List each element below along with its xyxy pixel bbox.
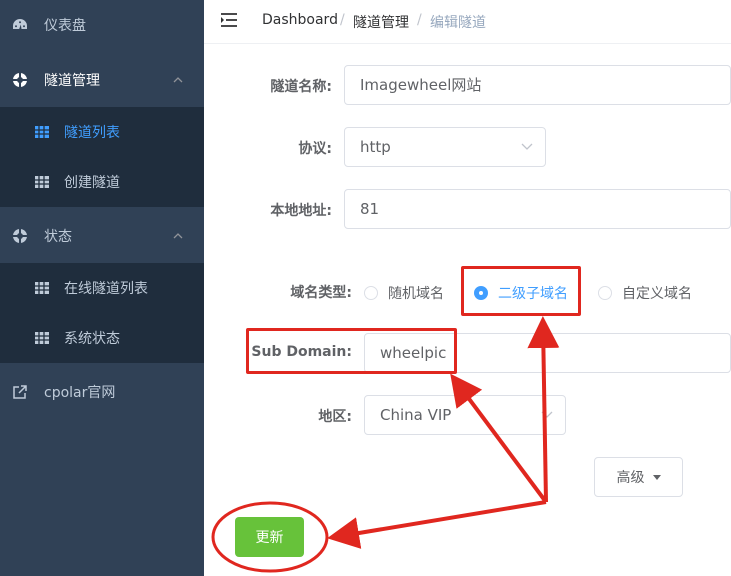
annotation-box-subdomain-radio <box>461 266 581 316</box>
sidebar-item-label: 仪表盘 <box>44 18 86 34</box>
region-value: China VIP <box>380 406 452 424</box>
protocol-value: http <box>360 138 391 156</box>
sidebar-item-tunnel-management[interactable]: 隧道管理 <box>0 55 204 105</box>
sidebar-item-cpolar-site[interactable]: cpolar官网 <box>0 367 204 417</box>
radio-label: 自定义域名 <box>622 286 692 302</box>
breadcrumb-separator: / <box>417 12 422 28</box>
advanced-label: 高级 <box>616 470 645 486</box>
sidebar-item-label: cpolar官网 <box>44 385 116 401</box>
grid-icon <box>35 332 49 344</box>
breadcrumb-dashboard[interactable]: Dashboard <box>262 12 338 28</box>
grid-icon <box>35 126 49 138</box>
chevron-down-icon <box>521 143 533 150</box>
menu-toggle-icon[interactable] <box>220 12 238 28</box>
tunnel-name-input[interactable]: Imagewheel网站 <box>344 65 731 105</box>
local-address-label: 本地地址: <box>270 203 332 219</box>
sidebar-item-tunnel-list[interactable]: 隧道列表 <box>0 107 204 157</box>
update-label: 更新 <box>255 530 284 546</box>
advanced-button[interactable]: 高级 <box>594 457 683 497</box>
radio-random-domain[interactable]: 随机域名 <box>364 283 444 303</box>
top-navbar: Dashboard / 隧道管理 / 编辑隧道 <box>204 0 731 44</box>
sidebar-item-dashboard[interactable]: 仪表盘 <box>0 0 204 50</box>
sidebar-item-online-tunnels[interactable]: 在线隧道列表 <box>0 263 204 313</box>
tunnel-name-label: 隧道名称: <box>270 79 332 95</box>
breadcrumb-current: 编辑隧道 <box>430 15 486 31</box>
region-select[interactable]: China VIP <box>364 395 566 435</box>
caret-down-icon <box>652 474 661 480</box>
radio-circle <box>598 286 612 300</box>
chevron-down-icon <box>541 411 553 418</box>
tunnel-icon <box>13 73 27 87</box>
region-label: 地区: <box>318 409 352 425</box>
radio-custom-domain[interactable]: 自定义域名 <box>598 283 692 303</box>
protocol-select[interactable]: http <box>344 127 546 167</box>
sidebar-item-create-tunnel[interactable]: 创建隧道 <box>0 157 204 207</box>
status-icon <box>13 229 27 243</box>
dashboard-icon <box>13 19 27 29</box>
grid-icon <box>35 282 49 294</box>
local-address-input[interactable]: 81 <box>344 189 731 229</box>
sidebar-item-label: 在线隧道列表 <box>64 281 148 297</box>
update-button[interactable]: 更新 <box>235 517 304 557</box>
breadcrumb-tunnel-management[interactable]: 隧道管理 <box>353 12 409 32</box>
annotation-box-subdomain-field <box>246 328 457 374</box>
sidebar-item-status[interactable]: 状态 <box>0 211 204 261</box>
protocol-label: 协议: <box>298 141 332 157</box>
sidebar-item-label: 系统状态 <box>64 331 120 347</box>
grid-icon <box>35 176 49 188</box>
radio-label: 随机域名 <box>388 286 444 302</box>
domain-type-label: 域名类型: <box>290 285 352 301</box>
annotation-arrow-to-update <box>327 500 547 549</box>
sidebar-item-label: 创建隧道 <box>64 175 120 191</box>
sidebar-item-label: 状态 <box>44 229 72 245</box>
sidebar-item-system-status[interactable]: 系统状态 <box>0 313 204 363</box>
sidebar: 仪表盘 隧道管理 隧道列表 创建隧道 状态 在线隧道列表 系统状态 cpolar… <box>0 0 204 576</box>
sidebar-item-label: 隧道列表 <box>64 125 120 141</box>
external-link-icon <box>13 385 27 399</box>
chevron-up-icon <box>173 233 183 239</box>
radio-circle <box>364 286 378 300</box>
sidebar-item-label: 隧道管理 <box>44 73 100 89</box>
breadcrumb-separator: / <box>340 12 345 28</box>
chevron-up-icon <box>173 77 183 83</box>
